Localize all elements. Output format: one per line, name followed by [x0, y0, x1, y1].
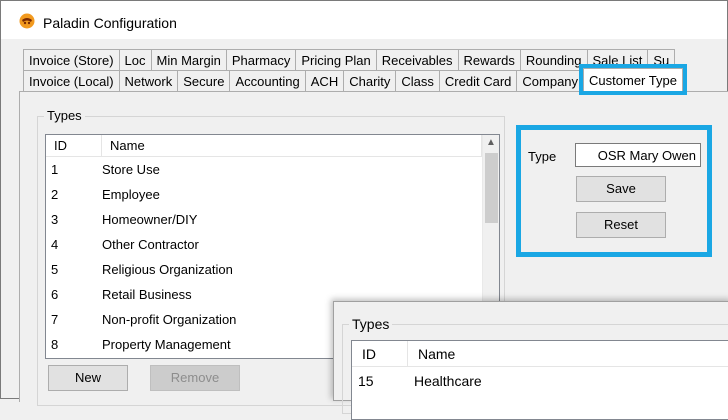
tab-network[interactable]: Network — [118, 70, 179, 91]
tab-class[interactable]: Class — [395, 70, 440, 91]
row-name: Employee — [102, 187, 160, 202]
row-id: 5 — [51, 262, 59, 277]
type-field-label: Type — [528, 149, 557, 164]
row-id: 7 — [51, 312, 59, 327]
row-id: 15 — [358, 373, 374, 389]
tab-pharmacy[interactable]: Pharmacy — [225, 49, 297, 70]
list-item[interactable]: 4 Other Contractor — [46, 232, 499, 257]
row-name: Healthcare — [414, 373, 482, 389]
tab-company[interactable]: Company — [516, 70, 585, 91]
scroll-up-arrow-icon[interactable]: ▲ — [486, 137, 496, 148]
tab-sale-list[interactable]: Sale List — [586, 49, 649, 70]
new-button[interactable]: New — [48, 365, 128, 391]
tab-ach[interactable]: ACH — [304, 70, 345, 91]
row-id: 8 — [51, 337, 59, 352]
row-name: Store Use — [102, 162, 160, 177]
tab-accounting[interactable]: Accounting — [229, 70, 306, 91]
tab-rewards[interactable]: Rewards — [457, 49, 521, 70]
list-item[interactable]: 2 Employee — [46, 182, 499, 207]
list-item[interactable]: 5 Religious Organization — [46, 257, 499, 282]
row-name: Property Management — [102, 337, 231, 352]
row-name: Other Contractor — [102, 237, 199, 252]
column-header-id[interactable]: ID — [46, 135, 102, 156]
tab-loc[interactable]: Loc — [118, 49, 152, 70]
row-id: 3 — [51, 212, 59, 227]
tab-charity[interactable]: Charity — [343, 70, 397, 91]
reset-button[interactable]: Reset — [576, 212, 666, 238]
row-id: 2 — [51, 187, 59, 202]
column-header-name[interactable]: Name — [408, 341, 728, 366]
column-header-name[interactable]: Name — [102, 135, 482, 156]
zoomed-list-header: ID Name — [352, 341, 728, 367]
list-item[interactable]: 15 Healthcare — [352, 367, 728, 395]
types-list-header: ID Name — [46, 135, 499, 157]
list-item[interactable]: 3 Homeowner/DIY — [46, 207, 499, 232]
types-group-legend: Types — [44, 108, 85, 123]
tab-su[interactable]: Su — [647, 49, 676, 70]
row-name: Religious Organization — [102, 262, 233, 277]
tab-receivables[interactable]: Receivables — [375, 49, 459, 70]
zoomed-types-groupbox: Types ID Name 15 Healthcare — [342, 316, 728, 420]
row-id: 6 — [51, 287, 59, 302]
tab-customer-type[interactable]: Customer Type — [579, 64, 687, 95]
tab-row-2: Invoice (Local) Network Secure Accountin… — [23, 64, 687, 95]
tab-row-1: Invoice (Store) Loc Min Margin Pharmacy … — [23, 49, 676, 71]
tab-credit-card[interactable]: Credit Card — [438, 70, 518, 91]
zoomed-types-callout: Types ID Name 15 Healthcare — [333, 301, 728, 420]
row-id: 4 — [51, 237, 59, 252]
zoomed-types-legend: Types — [349, 316, 393, 332]
save-button[interactable]: Save — [576, 176, 666, 202]
zoomed-types-listview[interactable]: ID Name 15 Healthcare — [351, 340, 728, 420]
title-bar: Paladin Configuration — [1, 1, 727, 39]
type-input[interactable] — [575, 143, 701, 167]
row-id: 1 — [51, 162, 59, 177]
paladin-logo-icon — [19, 13, 35, 29]
tab-rounding[interactable]: Rounding — [519, 49, 588, 70]
window-title: Paladin Configuration — [43, 15, 177, 31]
list-item[interactable]: 1 Store Use — [46, 157, 499, 182]
tab-min-margin[interactable]: Min Margin — [150, 49, 227, 70]
scroll-thumb[interactable] — [485, 153, 498, 223]
tab-invoice-local[interactable]: Invoice (Local) — [23, 70, 120, 91]
column-header-id[interactable]: ID — [352, 341, 408, 366]
row-name: Retail Business — [102, 287, 192, 302]
tab-pricing-plan[interactable]: Pricing Plan — [295, 49, 377, 70]
tab-invoice-store[interactable]: Invoice (Store) — [23, 49, 120, 70]
remove-button[interactable]: Remove — [150, 365, 240, 391]
row-name: Homeowner/DIY — [102, 212, 198, 227]
row-name: Non-profit Organization — [102, 312, 237, 327]
tab-secure[interactable]: Secure — [177, 70, 231, 91]
